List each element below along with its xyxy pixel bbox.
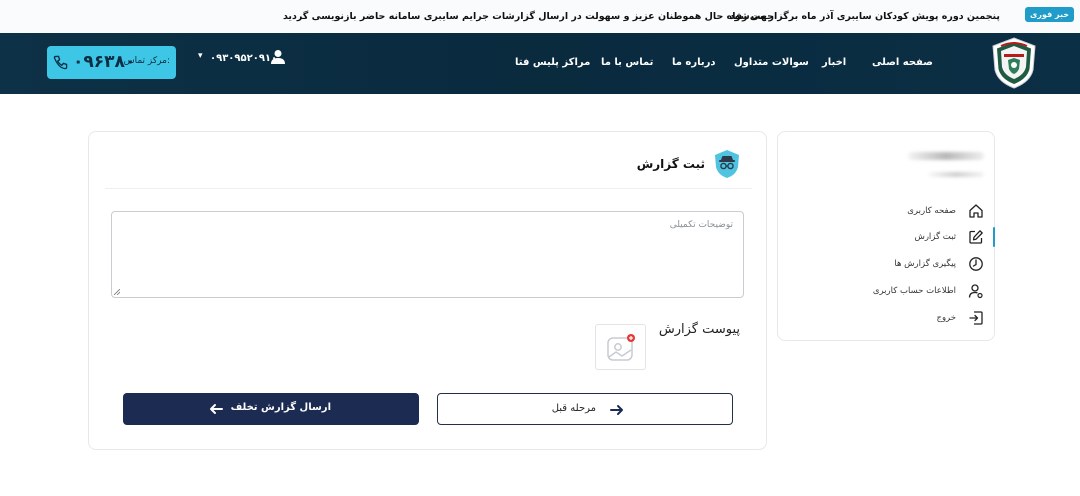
- sidebar-item-account-info[interactable]: اطلاعات حساب کاربری: [778, 282, 996, 302]
- report-form-card: ثبت گزارش توضیحات تکمیلی پیوست گزارش مرح…: [88, 131, 767, 450]
- previous-step-button[interactable]: مرحله قبل: [437, 393, 733, 425]
- description-placeholder: توضیحات تکمیلی: [669, 220, 733, 230]
- nav-contact[interactable]: تماس با ما: [601, 57, 653, 68]
- redacted-username: [908, 152, 984, 160]
- sidebar-item-label: ثبت گزارش: [914, 232, 956, 242]
- attachment-label: پیوست گزارش: [658, 322, 740, 337]
- active-indicator: [993, 227, 995, 247]
- submit-report-label: ارسال گزارش تخلف: [230, 402, 331, 413]
- user-menu[interactable]: ▾ ۰۹۳۰۹۵۲۰۹۱۰: [198, 49, 288, 71]
- phone-icon: [53, 55, 68, 70]
- section-divider: [105, 188, 752, 189]
- sidebar-item-label: پیگیری گزارش ها: [894, 259, 956, 269]
- sidebar-item-track-reports[interactable]: پیگیری گزارش ها: [778, 255, 996, 275]
- redacted-user-info: [928, 172, 984, 177]
- sidebar-item-submit-report[interactable]: ثبت گزارش: [778, 227, 996, 248]
- police-logo[interactable]: [990, 36, 1038, 90]
- user-phone: ۰۹۳۰۹۵۲۰۹۱۰: [210, 53, 278, 64]
- arrow-right-icon: [610, 405, 623, 415]
- nav-police-centers[interactable]: مراکز پلیس فتا: [515, 57, 590, 68]
- spy-shield-icon: [715, 150, 739, 178]
- sidebar-item-dashboard[interactable]: صفحه کاربری: [778, 202, 996, 222]
- chevron-down-icon: ▾: [198, 51, 203, 61]
- nav-faq[interactable]: سوالات متداول: [734, 57, 809, 68]
- image-upload-icon: [607, 334, 635, 361]
- sidebar-item-logout[interactable]: خروج: [778, 309, 996, 329]
- previous-step-label: مرحله قبل: [551, 403, 596, 414]
- sidebar-item-label: صفحه کاربری: [907, 206, 956, 216]
- site-header: صفحه اصلی اخبار سوالات متداول درباره ما …: [0, 33, 1080, 94]
- user-icon: [271, 50, 285, 64]
- support-call-button[interactable]: مرکز تماس: ۰۹۶۳۸۰: [47, 46, 176, 79]
- sidebar-item-label: اطلاعات حساب کاربری: [872, 286, 956, 296]
- nav-news[interactable]: اخبار: [822, 57, 846, 68]
- description-textarea[interactable]: توضیحات تکمیلی: [111, 211, 744, 298]
- user-sidebar: صفحه کاربری ثبت گزارش پیگیری گزارش ها اط…: [777, 131, 995, 341]
- clock-icon: [969, 257, 983, 271]
- police-shield-icon: [992, 37, 1036, 89]
- submit-report-button[interactable]: ارسال گزارش تخلف: [123, 393, 419, 425]
- page-title: ثبت گزارش: [636, 157, 705, 171]
- home-icon: [969, 204, 983, 218]
- logout-icon: [969, 311, 983, 325]
- user-settings-icon: [968, 284, 983, 299]
- nav-about[interactable]: درباره ما: [672, 57, 716, 68]
- support-number: ۰۹۶۳۸۰: [73, 52, 136, 72]
- breaking-news-badge: خبر فوری: [1025, 7, 1074, 22]
- news-ticker: خبر فوری پنجمین دوره پویش کودکان سایبری …: [0, 0, 1080, 33]
- nav-home[interactable]: صفحه اصلی: [872, 57, 933, 68]
- attachment-upload[interactable]: [595, 324, 646, 370]
- edit-icon: [969, 230, 983, 244]
- sidebar-item-label: خروج: [936, 313, 956, 323]
- arrow-left-icon: [210, 404, 223, 414]
- resize-handle-icon[interactable]: [114, 289, 120, 295]
- ticker-item[interactable]: جهت رفاه حال هموطنان عزیز و سهولت در ارس…: [283, 11, 774, 22]
